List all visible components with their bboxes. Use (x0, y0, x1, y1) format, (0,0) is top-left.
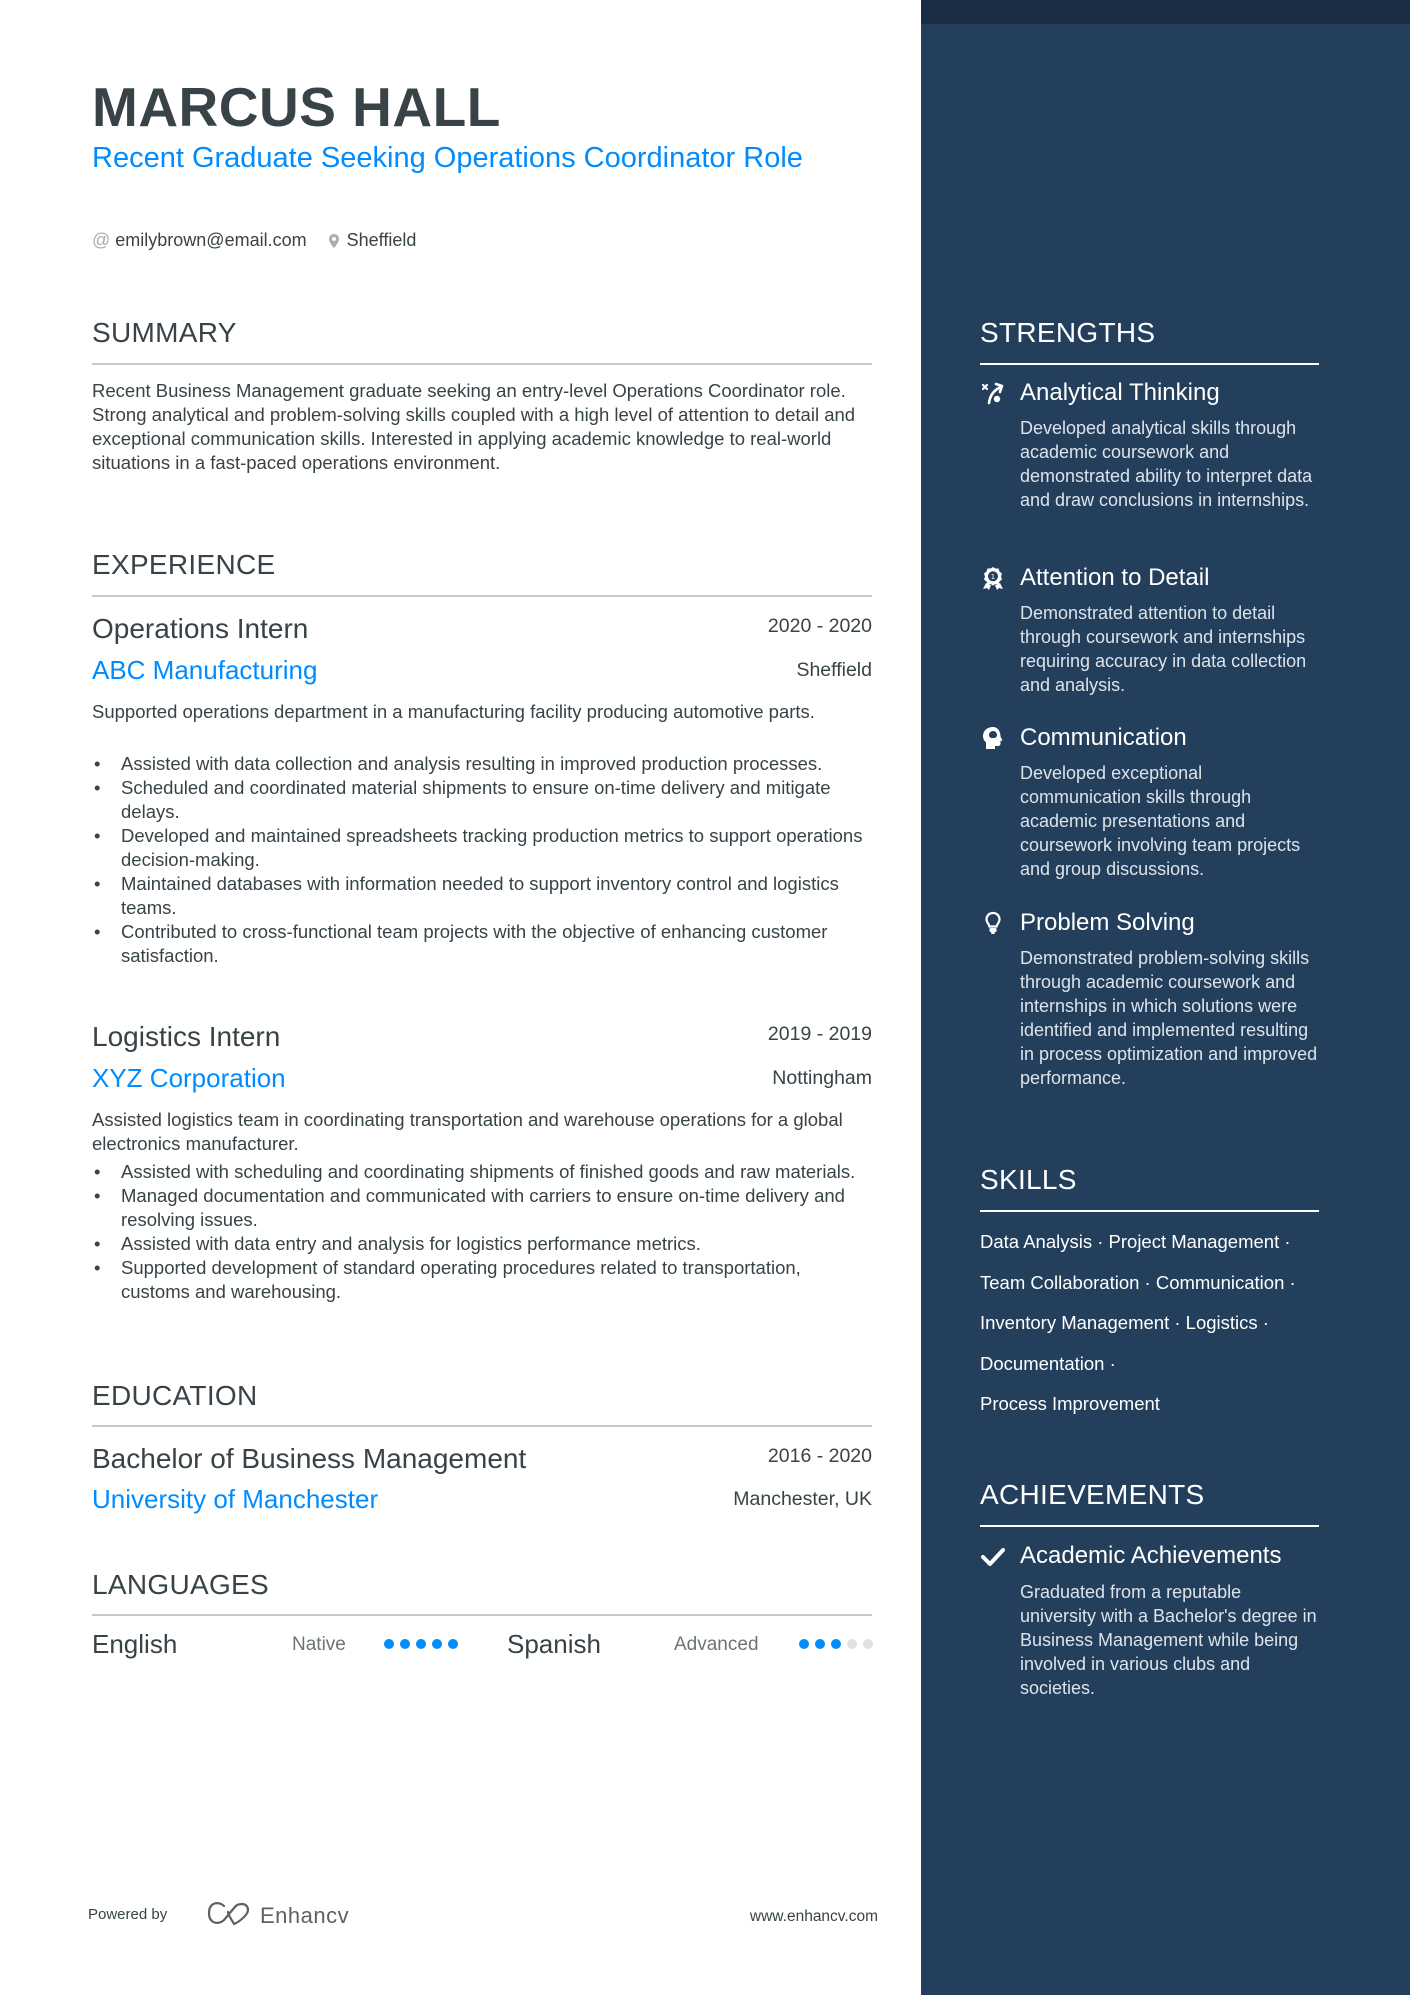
strength-description: Demonstrated problem-solving skills thro… (1020, 948, 1318, 1088)
skills-line: Data Analysis · Project Management · (980, 1231, 1291, 1252)
strength-description: Demonstrated attention to detail through… (1020, 603, 1307, 695)
skills-list: Data Analysis · Project Management · Tea… (980, 1222, 1325, 1425)
education-dates: 2016 - 2020 (767, 1445, 872, 1467)
job-bullets: Assisted with scheduling and coordinatin… (92, 1160, 872, 1304)
headline: Recent Graduate Seeking Operations Coord… (92, 142, 803, 174)
location-pin-icon (328, 233, 339, 248)
job-bullet: Contributed to cross-functional team pro… (92, 920, 872, 968)
candidate-name: MARCUS HALL (92, 76, 501, 138)
section-divider (92, 1614, 872, 1616)
rating-dot-filled (815, 1639, 825, 1649)
job-bullet: Maintained databases with information ne… (92, 872, 872, 920)
section-divider (92, 595, 872, 597)
job-bullets: Assisted with data collection and analys… (92, 752, 872, 968)
powered-by-label: Powered by (88, 1906, 168, 1923)
job-bullet: Supported development of standard operat… (92, 1256, 872, 1304)
language-level: Native (292, 1634, 346, 1655)
strength-title: Analytical Thinking (1020, 379, 1220, 406)
section-title-achievements: ACHIEVEMENTS (980, 1479, 1205, 1510)
skills-line: Documentation · (980, 1352, 1116, 1374)
job-dates: 2020 - 2020 (767, 615, 872, 637)
job-bullet: Managed documentation and communicated w… (92, 1184, 872, 1232)
location-text: Sheffield (346, 230, 417, 250)
contact-info: @ emilybrown@email.com Sheffield (92, 230, 438, 251)
section-divider (980, 1525, 1319, 1527)
degree-title: Bachelor of Business Management (92, 1443, 527, 1474)
strength-title: Communication (1020, 724, 1187, 751)
job-bullet: Developed and maintained spreadsheets tr… (92, 824, 872, 872)
school-name: University of Manchester (92, 1484, 379, 1514)
strength-title: Problem Solving (1020, 909, 1195, 936)
skills-line: Process Improvement (980, 1393, 1160, 1414)
lightbulb-icon (980, 910, 1006, 936)
school-location: Manchester, UK (733, 1488, 872, 1510)
achievement-title: Academic Achievements (1020, 1542, 1282, 1569)
company-name: ABC Manufacturing (92, 655, 318, 685)
enhancv-logo-text: Enhancv (260, 1902, 350, 1928)
job-description: Assisted logistics team in coordinating … (92, 1109, 843, 1154)
rating-dot-empty (847, 1639, 857, 1649)
job-location: Nottingham (772, 1067, 872, 1089)
award-medal-icon: 1 (980, 565, 1006, 591)
svg-text:1: 1 (991, 573, 995, 581)
section-title-skills: SKILLS (980, 1164, 1077, 1195)
language-rating (384, 1639, 458, 1649)
rating-dot-filled (400, 1639, 410, 1649)
sidebar: STRENGTHS Analytical Thinking Developed … (921, 0, 1410, 1995)
at-icon: @ (92, 230, 111, 250)
section-title-summary: SUMMARY (92, 317, 237, 348)
rating-dot-filled (416, 1639, 426, 1649)
head-brain-icon (980, 725, 1006, 751)
section-title-experience: EXPERIENCE (92, 549, 276, 580)
section-title-education: EDUCATION (92, 1380, 258, 1411)
section-title-strengths: STRENGTHS (980, 317, 1156, 348)
company-name: XYZ Corporation (92, 1063, 286, 1093)
rating-dot-filled (384, 1639, 394, 1649)
checkmark-icon (980, 1544, 1006, 1570)
contact-location: Sheffield (328, 230, 417, 251)
job-bullet: Assisted with data collection and analys… (92, 752, 872, 776)
enhancv-logo[interactable]: Enhancv (206, 1900, 349, 1931)
job-description: Supported operations department in a man… (92, 701, 815, 722)
language-name: Spanish (507, 1629, 601, 1659)
enhancv-logo-icon (206, 1900, 252, 1931)
job-dates: 2019 - 2019 (767, 1023, 872, 1045)
language-name: English (92, 1629, 178, 1659)
section-divider (980, 1210, 1319, 1212)
job-title: Operations Intern (92, 613, 309, 644)
job-location: Sheffield (796, 659, 872, 681)
skills-line: Team Collaboration · Communication · (980, 1271, 1296, 1293)
job-bullet: Assisted with scheduling and coordinatin… (92, 1160, 872, 1184)
job-bullet: Scheduled and coordinated material shipm… (92, 776, 872, 824)
rating-dot-filled (432, 1639, 442, 1649)
rating-dot-filled (799, 1639, 809, 1649)
achievement-description: Graduated from a reputable university wi… (1020, 1582, 1317, 1698)
section-divider (92, 1425, 872, 1427)
rating-dot-filled (448, 1639, 458, 1649)
rating-dot-filled (831, 1639, 841, 1649)
strength-description: Developed analytical skills through acad… (1020, 418, 1313, 510)
job-title: Logistics Intern (92, 1021, 281, 1052)
email-text: emilybrown@email.com (115, 230, 307, 250)
section-title-languages: LANGUAGES (92, 1569, 269, 1600)
sidebar-top-band (921, 0, 1410, 24)
strength-title: Attention to Detail (1020, 564, 1210, 591)
section-divider (92, 363, 872, 365)
website-link[interactable]: www.enhancv.com (750, 1908, 878, 1926)
summary-text: Recent Business Management graduate seek… (92, 380, 856, 473)
strength-description: Developed exceptional communication skil… (1020, 763, 1301, 879)
skills-line: Inventory Management · Logistics · (980, 1312, 1269, 1333)
job-bullet: Assisted with data entry and analysis fo… (92, 1232, 872, 1256)
footer: Powered by Enhancv www.enhancv.com (88, 1900, 878, 1940)
section-divider (980, 363, 1319, 365)
analytics-strategy-icon (980, 380, 1006, 406)
language-level: Advanced (674, 1634, 759, 1655)
language-rating (799, 1639, 873, 1649)
contact-email[interactable]: @ emilybrown@email.com (92, 230, 307, 251)
rating-dot-empty (863, 1639, 873, 1649)
